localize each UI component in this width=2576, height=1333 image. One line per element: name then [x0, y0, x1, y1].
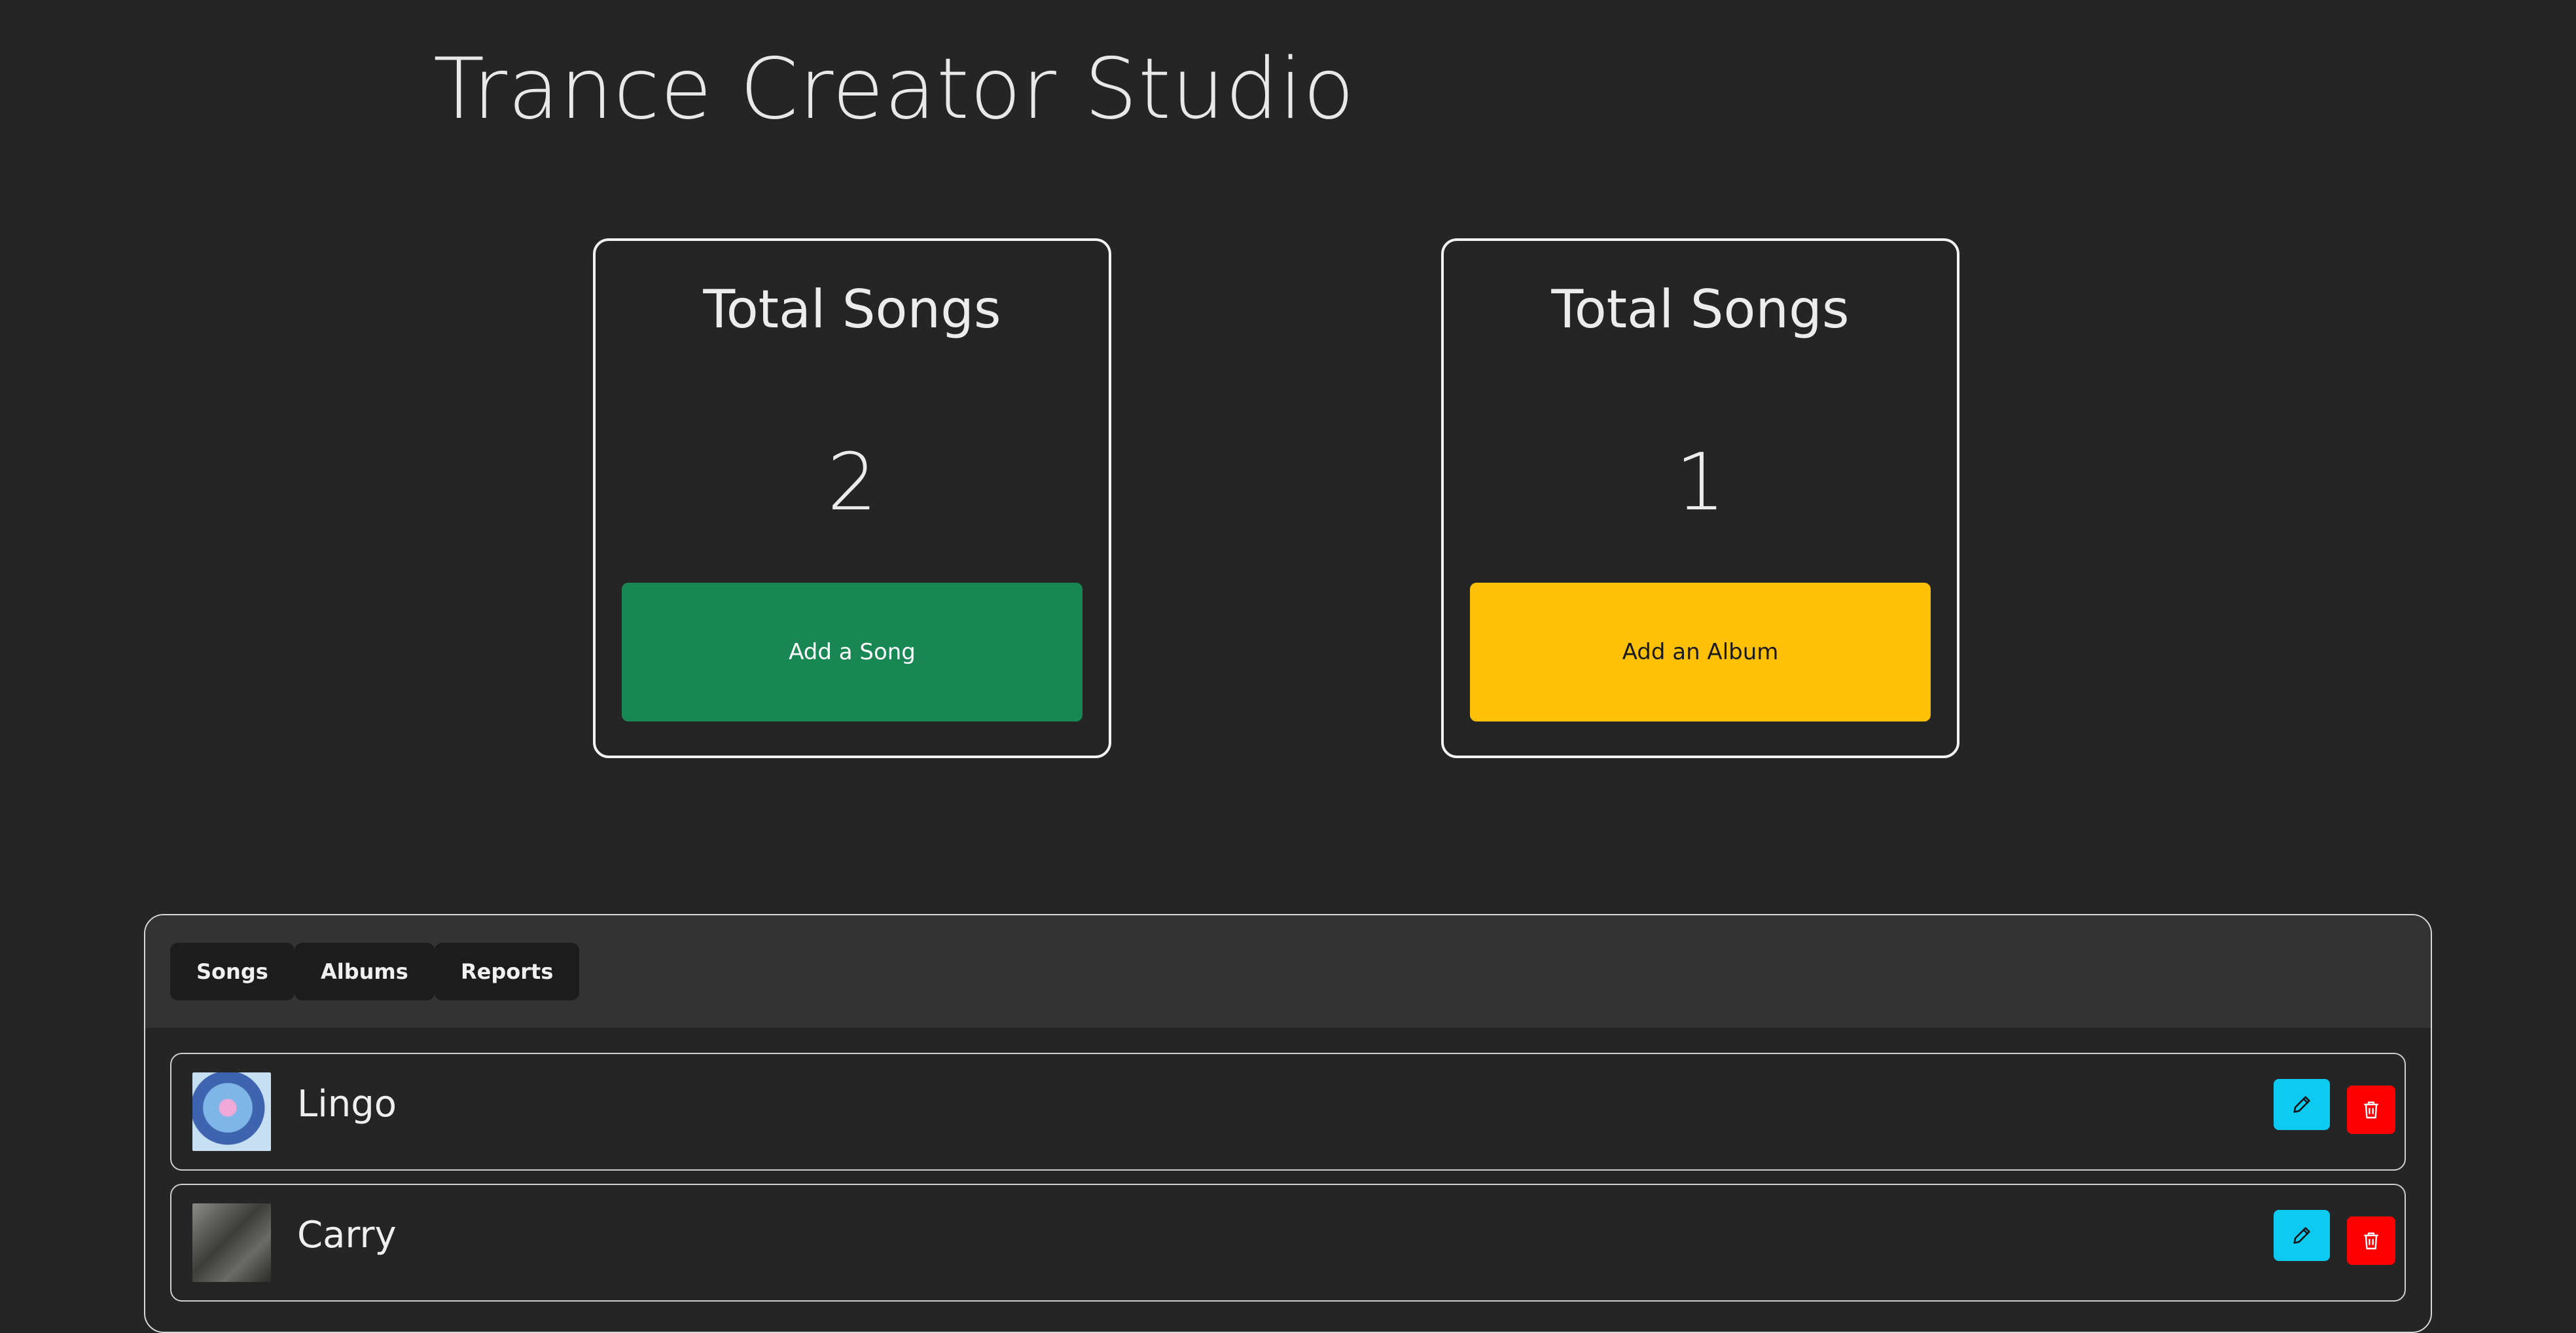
pencil-icon	[2293, 1096, 2310, 1113]
tab-reports[interactable]: Reports	[435, 943, 580, 1000]
tab-albums[interactable]: Albums	[295, 943, 435, 1000]
album-cover-image	[192, 1203, 271, 1282]
edit-song-button[interactable]	[2274, 1079, 2330, 1130]
page-title: Trance Creator Studio	[433, 41, 1355, 138]
delete-song-button[interactable]	[2347, 1086, 2395, 1134]
trash-icon	[2364, 1101, 2378, 1119]
album-cover-image	[192, 1072, 271, 1151]
delete-song-button[interactable]	[2347, 1216, 2395, 1265]
stat-title: Total Songs	[703, 279, 1001, 340]
stat-value: 1	[1675, 437, 1726, 528]
edit-song-button[interactable]	[2274, 1210, 2330, 1261]
add-song-button[interactable]: Add a Song	[622, 583, 1082, 721]
library-panel: Songs Albums Reports Lingo Carry	[144, 914, 2432, 1333]
tab-songs[interactable]: Songs	[170, 943, 295, 1000]
total-albums-card: Total Songs 1 Add an Album	[1441, 238, 1959, 758]
pencil-icon	[2293, 1227, 2310, 1244]
add-album-button[interactable]: Add an Album	[1470, 583, 1931, 721]
total-songs-card: Total Songs 2 Add a Song	[593, 238, 1111, 758]
stat-value: 2	[827, 437, 878, 528]
song-row: Lingo	[170, 1053, 2406, 1171]
song-title: Lingo	[297, 1083, 397, 1125]
song-title: Carry	[297, 1214, 397, 1256]
tab-bar: Songs Albums Reports	[145, 915, 2431, 1028]
stat-title: Total Songs	[1551, 279, 1850, 340]
trash-icon	[2364, 1232, 2378, 1250]
song-row: Carry	[170, 1184, 2406, 1302]
